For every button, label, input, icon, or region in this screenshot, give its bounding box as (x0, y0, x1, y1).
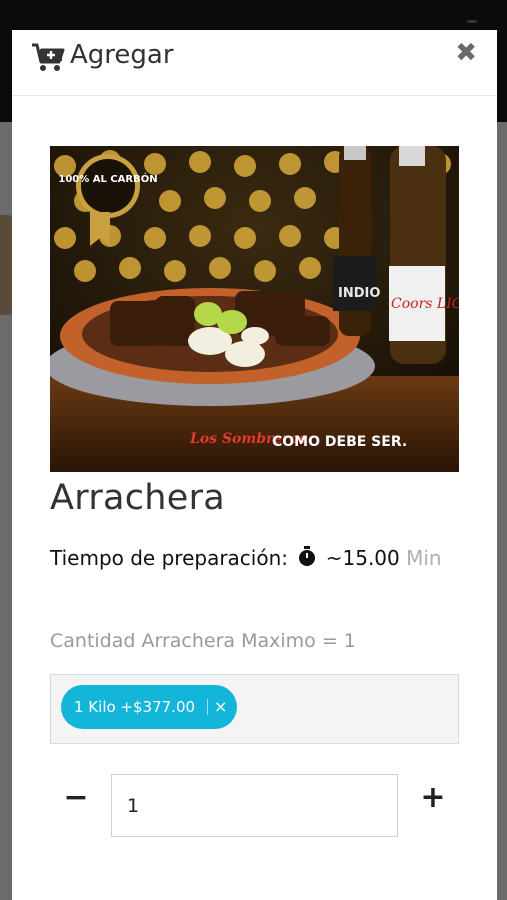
beer-label-indio: INDIO (338, 286, 380, 301)
remove-option-button[interactable]: × (214, 697, 227, 716)
prep-time-unit: Min (406, 546, 442, 570)
chip-divider (207, 699, 208, 715)
prep-time-value: ~15.00 (325, 546, 400, 570)
selected-option-label: 1 Kilo +$377.00 (74, 698, 196, 716)
selected-option-chip[interactable]: 1 Kilo +$377.00 × (61, 685, 237, 729)
quantity-input[interactable] (111, 774, 398, 837)
decrement-button[interactable]: − (62, 780, 90, 816)
add-to-cart-modal: Agregar ✖ INDIO Coors LI 100% AL CARBÓN … (12, 30, 497, 900)
increment-button[interactable]: + (419, 780, 447, 816)
modal-header: Agregar ✖ (12, 30, 497, 96)
modal-title: Agregar (70, 40, 174, 70)
prep-time-label: Tiempo de preparación: (50, 546, 289, 570)
close-button[interactable]: ✖ (455, 38, 477, 68)
option-select[interactable]: 1 Kilo +$377.00 × (50, 674, 459, 744)
badge-carbon: 100% AL CARBÓN (58, 172, 157, 185)
cart-plus-icon (32, 43, 65, 71)
prep-time-row: Tiempo de preparación: ~15.00 Min (50, 546, 442, 570)
brand-slogan: COMO DEBE SER. (272, 434, 407, 450)
product-name: Arrachera (50, 478, 226, 518)
topbar-indicator (467, 20, 477, 23)
product-image: INDIO Coors LIGHT 100% AL CARBÓN Los Som… (50, 146, 459, 472)
beer-label-coors: Coors LIGHT (391, 296, 459, 312)
stopwatch-icon (299, 546, 316, 566)
quantity-max-label: Cantidad Arrachera Maximo = 1 (50, 630, 356, 652)
